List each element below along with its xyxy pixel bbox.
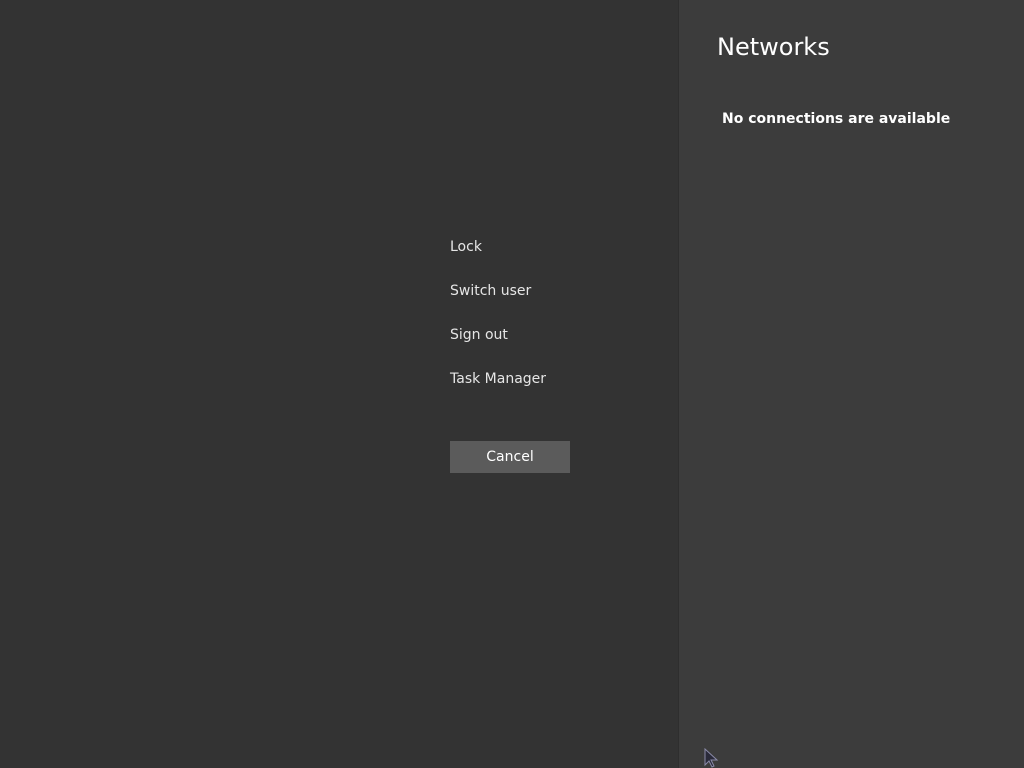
networks-title: Networks [717, 33, 830, 61]
security-options-list: Lock Switch user Sign out Task Manager [450, 236, 650, 412]
security-options-screen: Lock Switch user Sign out Task Manager C… [0, 0, 678, 768]
screen: Lock Switch user Sign out Task Manager C… [0, 0, 1024, 768]
cancel-button[interactable]: Cancel [450, 441, 570, 473]
sign-out-option[interactable]: Sign out [450, 324, 650, 346]
mouse-pointer-icon [704, 748, 719, 768]
no-connections-message: No connections are available [722, 111, 951, 127]
lock-option[interactable]: Lock [450, 236, 650, 258]
switch-user-option[interactable]: Switch user [450, 280, 650, 302]
task-manager-option[interactable]: Task Manager [450, 368, 650, 390]
networks-panel: Networks No connections are available [679, 0, 1024, 768]
